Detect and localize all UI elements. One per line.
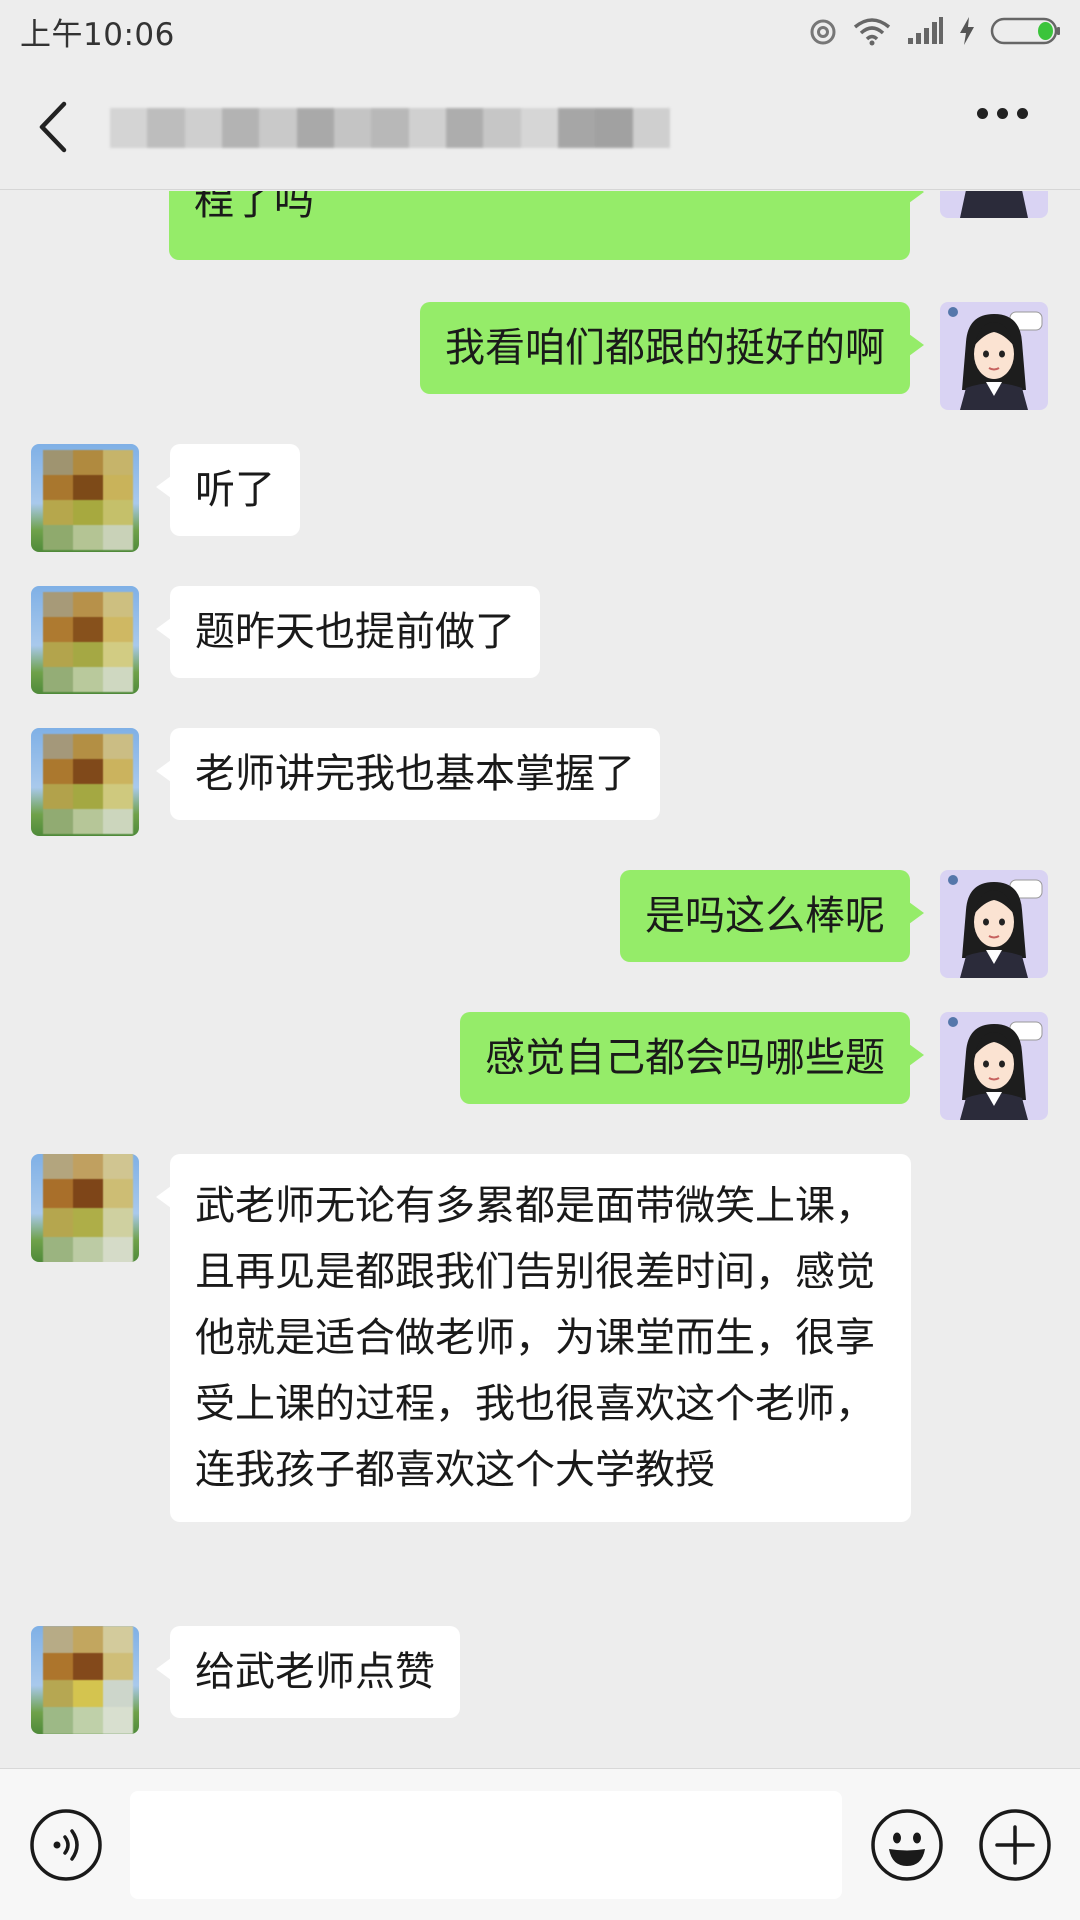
charging-icon <box>960 17 974 45</box>
message-bubble[interactable]: 我看咱们都跟的挺好的啊 <box>420 302 924 394</box>
teacher-cartoon-icon <box>948 1017 1043 1120</box>
obscured-chat-title <box>110 108 670 148</box>
plus-icon[interactable] <box>978 1808 1052 1882</box>
my-avatar[interactable] <box>940 1012 1048 1120</box>
contact-avatar[interactable] <box>31 1154 139 1262</box>
wifi-icon <box>853 18 891 46</box>
message-bubble[interactable]: 武老师无论有多累都是面带微笑上课，且再见是都跟我们告别很差时间，感觉他就是适合做… <box>156 1154 911 1522</box>
teacher-cartoon-icon <box>960 191 1028 218</box>
teacher-cartoon-icon <box>948 875 1043 978</box>
status-icons <box>808 16 1062 46</box>
emoji-icon[interactable] <box>870 1808 944 1882</box>
message-input[interactable] <box>130 1791 842 1899</box>
more-options-button[interactable] <box>975 108 1031 122</box>
status-bar: 上午10:06 <box>0 0 1080 62</box>
back-button[interactable] <box>30 98 76 156</box>
contact-avatar[interactable] <box>31 444 139 552</box>
my-avatar[interactable] <box>940 191 1048 218</box>
chat-screen: 上午10:06 程了吗 我看咱们都跟的挺好的啊 听了 题昨天也提前做了 老师讲完… <box>0 0 1080 1920</box>
message-list[interactable]: 程了吗 我看咱们都跟的挺好的啊 听了 题昨天也提前做了 老师讲完我也基本掌握了 … <box>0 191 1080 1768</box>
my-avatar[interactable] <box>940 870 1048 978</box>
my-avatar[interactable] <box>940 302 1048 410</box>
teacher-cartoon-icon <box>948 307 1043 410</box>
message-bubble[interactable]: 程了吗 <box>169 191 924 260</box>
message-bubble[interactable]: 是吗这么棒呢 <box>620 870 924 962</box>
message-bubble[interactable]: 感觉自己都会吗哪些题 <box>460 1012 924 1104</box>
message-bubble[interactable]: 听了 <box>156 444 300 536</box>
battery-icon <box>990 17 1060 45</box>
signal-icon <box>908 17 943 44</box>
status-time: 上午10:06 <box>20 16 175 53</box>
contact-avatar[interactable] <box>31 1626 139 1734</box>
alarm-icon <box>810 19 836 45</box>
message-bubble[interactable]: 题昨天也提前做了 <box>156 586 540 678</box>
message-bubble[interactable]: 给武老师点赞 <box>156 1626 460 1718</box>
contact-avatar[interactable] <box>31 586 139 694</box>
message-bubble[interactable]: 老师讲完我也基本掌握了 <box>156 728 660 820</box>
contact-avatar[interactable] <box>31 728 139 836</box>
input-bar <box>0 1768 1080 1920</box>
chat-title-bar <box>0 62 1080 190</box>
voice-icon[interactable] <box>29 1808 103 1882</box>
